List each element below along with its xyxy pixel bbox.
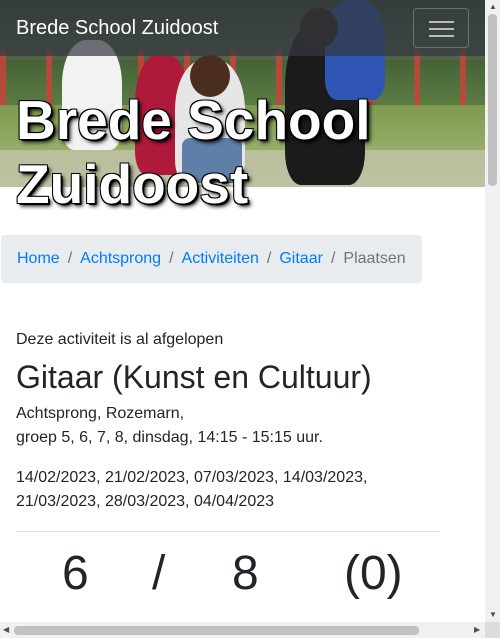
scroll-right-arrow-icon[interactable]: ▶ — [474, 625, 480, 634]
scroll-down-arrow-icon[interactable]: ▼ — [489, 610, 497, 619]
capacity-taken: 6 — [62, 547, 89, 600]
navbar-brand-link[interactable]: Brede School Zuidoost — [16, 17, 218, 40]
horizontal-scrollbar-thumb[interactable] — [14, 626, 419, 635]
activity-location-line: Achtsprong, Rozemarn, — [16, 405, 185, 422]
breadcrumb-separator: / — [266, 250, 272, 267]
navbar-toggler-button[interactable] — [413, 8, 469, 48]
breadcrumb-link-gitaar[interactable]: Gitaar — [279, 250, 323, 268]
activity-dates-line: 21/03/2023, 28/03/2023, 04/04/2023 — [16, 493, 275, 510]
scrollbar-corner — [485, 622, 500, 638]
activity-schedule-line: groep 5, 6, 7, 8, dinsdag, 14:15 - 15:15… — [16, 429, 323, 446]
capacity-total: 8 — [232, 547, 259, 600]
breadcrumb-link-achtsprong[interactable]: Achtsprong — [80, 250, 161, 268]
breadcrumb-separator: / — [330, 250, 336, 267]
vertical-scrollbar-thumb[interactable] — [488, 14, 497, 186]
breadcrumb: Home / Achtsprong / Activiteiten / Gitaa… — [1, 235, 422, 283]
scroll-up-arrow-icon[interactable]: ▲ — [489, 2, 497, 11]
capacity-counter: 6 / 8 (0) — [16, 548, 440, 600]
hero-title: Brede School Zuidoost — [16, 89, 371, 215]
breadcrumb-separator: / — [169, 250, 174, 267]
breadcrumb-separator: / — [67, 250, 73, 267]
activity-title: Gitaar (Kunst en Cultuur) — [16, 359, 372, 395]
breadcrumb-link-home[interactable]: Home — [17, 250, 60, 268]
activity-location: Achtsprong, Rozemarn, groep 5, 6, 7, 8, … — [16, 402, 440, 450]
activity-details: Deze activiteit is al afgelopen Gitaar (… — [16, 330, 440, 600]
capacity-separator: / — [152, 547, 166, 600]
activity-ended-notice: Deze activiteit is al afgelopen — [16, 331, 224, 348]
page-viewport: Brede School Zuidoost Brede School Zuido… — [0, 0, 485, 622]
scroll-left-arrow-icon[interactable]: ◀ — [3, 625, 9, 634]
activity-dates-line: 14/02/2023, 21/02/2023, 07/03/2023, 14/0… — [16, 469, 368, 486]
activity-dates: 14/02/2023, 21/02/2023, 07/03/2023, 14/0… — [16, 466, 440, 514]
capacity-waitlist: (0) — [344, 547, 403, 600]
divider — [16, 531, 440, 532]
breadcrumb-link-activiteiten[interactable]: Activiteiten — [182, 250, 259, 268]
vertical-scrollbar[interactable]: ▲ ▼ — [485, 0, 500, 622]
breadcrumb-current: Plaatsen — [343, 250, 406, 267]
horizontal-scrollbar[interactable]: ◀ ▶ — [0, 622, 485, 638]
navbar: Brede School Zuidoost — [0, 0, 485, 56]
